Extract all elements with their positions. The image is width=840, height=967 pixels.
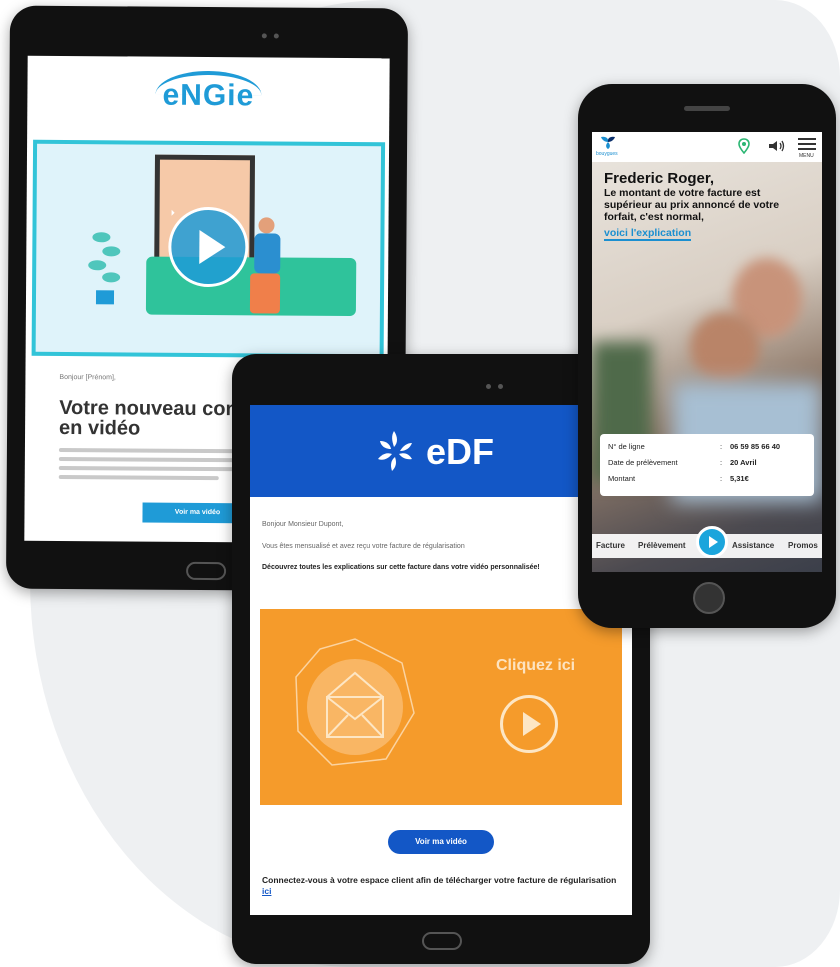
camera-dot bbox=[273, 33, 279, 39]
bouygues-logo-icon bbox=[601, 136, 615, 149]
info-label: Date de prélèvement bbox=[608, 458, 678, 467]
body-text-line bbox=[58, 447, 249, 454]
edf-email-screen: eDF Bonjour Monsieur Dupont, Vous êtes m… bbox=[250, 405, 632, 915]
engie-greeting: Bonjour [Prénom], bbox=[59, 373, 116, 382]
home-button[interactable] bbox=[422, 932, 462, 950]
tab-assistance[interactable]: Assistance bbox=[732, 541, 774, 550]
envelope-illustration-icon bbox=[295, 638, 415, 766]
edf-logo: eDF bbox=[372, 429, 522, 473]
edf-line1: Vous êtes mensualisé et avez reçu votre … bbox=[262, 543, 465, 550]
menu-label: MENU bbox=[799, 153, 814, 159]
info-value: 5,31€ bbox=[730, 474, 749, 483]
info-value: 20 Avril bbox=[730, 458, 757, 467]
tab-prelevement[interactable]: Prélèvement bbox=[638, 541, 686, 550]
body-text-line bbox=[58, 474, 219, 481]
edf-logo-text: eDF bbox=[426, 431, 495, 472]
plant-illustration bbox=[88, 228, 121, 308]
menu-icon[interactable] bbox=[798, 138, 816, 150]
edf-footer-link[interactable]: ici bbox=[262, 886, 271, 896]
location-pin-icon[interactable] bbox=[738, 138, 750, 154]
greeting-block: Frederic Roger, Le montant de votre fact… bbox=[604, 170, 804, 241]
edf-line2: Découvrez toutes les explications sur ce… bbox=[262, 564, 540, 571]
play-icon[interactable] bbox=[696, 526, 728, 558]
edf-footer-text: Connectez-vous à votre espace client afi… bbox=[262, 875, 618, 897]
bouygues-phone: bouygues MENU Frederic Roger, Le montant… bbox=[578, 84, 836, 628]
customer-name: Frederic Roger, bbox=[604, 170, 715, 187]
info-label: N° de ligne bbox=[608, 442, 645, 451]
camera-dot bbox=[498, 384, 503, 389]
info-row: Date de prélèvement: 20 Avril bbox=[608, 458, 757, 467]
tab-facture[interactable]: Facture bbox=[596, 541, 625, 550]
info-label: Montant bbox=[608, 474, 636, 483]
play-icon[interactable] bbox=[168, 206, 249, 288]
edf-video-thumbnail[interactable]: Cliquez ici bbox=[260, 609, 622, 805]
body-text-line bbox=[58, 465, 249, 472]
edf-footer-label: Connectez-vous à votre espace client afi… bbox=[262, 875, 617, 885]
body-text-line bbox=[58, 456, 249, 463]
home-button[interactable] bbox=[693, 582, 725, 614]
speaker-grille bbox=[684, 106, 730, 111]
bill-info-card: N° de ligne: 06 59 85 66 40 Date de prél… bbox=[600, 434, 814, 496]
home-button[interactable] bbox=[186, 561, 227, 581]
bill-message: Le montant de votre facture est supérieu… bbox=[604, 187, 780, 223]
info-value: 06 59 85 66 40 bbox=[730, 442, 781, 451]
engie-logo: eNGie bbox=[162, 78, 255, 113]
play-icon[interactable] bbox=[500, 695, 558, 753]
app-header: bouygues MENU bbox=[592, 132, 822, 162]
info-row: Montant: 5,31€ bbox=[608, 474, 749, 483]
explanation-link[interactable]: voici l'explication bbox=[604, 227, 692, 241]
brand-label: bouygues bbox=[596, 151, 618, 157]
camera-dot bbox=[486, 384, 491, 389]
info-row: N° de ligne: 06 59 85 66 40 bbox=[608, 442, 781, 451]
engie-video-thumbnail[interactable] bbox=[31, 139, 386, 359]
edf-click-here[interactable]: Cliquez ici bbox=[496, 657, 575, 675]
edf-watch-video-button[interactable]: Voir ma vidéo bbox=[388, 830, 494, 854]
edf-greeting: Bonjour Monsieur Dupont, bbox=[262, 521, 344, 528]
person-illustration bbox=[249, 217, 285, 314]
camera-dot bbox=[261, 33, 267, 39]
speaker-icon[interactable] bbox=[768, 140, 786, 152]
edf-flower-icon bbox=[378, 431, 412, 471]
bouygues-app-screen: bouygues MENU Frederic Roger, Le montant… bbox=[592, 132, 822, 572]
edf-header: eDF bbox=[250, 405, 632, 497]
tab-promos[interactable]: Promos bbox=[788, 541, 818, 550]
